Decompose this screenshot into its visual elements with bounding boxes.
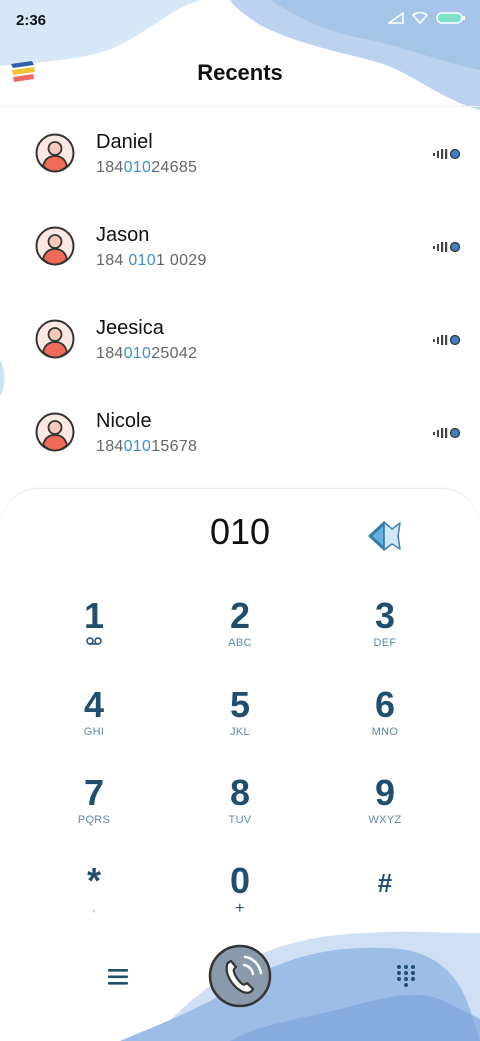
key-letters: MNO (371, 726, 399, 738)
contact-number: 18401025042 (96, 345, 198, 362)
dial-key-4[interactable]: 4 GHI (44, 686, 144, 764)
bottom-bar (0, 929, 480, 1041)
contact-number: 18401024685 (96, 159, 198, 176)
key-letters: WXYZ (368, 814, 402, 826)
contact-number: 18401015678 (96, 438, 198, 455)
dial-key-3[interactable]: 3 DEF (335, 597, 435, 675)
status-icons (388, 12, 466, 24)
recents-list: Daniel 18401024685 Jason 184 0101 0029 J… (0, 107, 480, 479)
contact-row-jeesica[interactable]: Jeesica 18401025042 (0, 293, 480, 386)
contact-row-nicole[interactable]: Nicole 18401015678 (0, 386, 480, 479)
key-letters: GHI (83, 726, 105, 738)
key-digit: 5 (229, 684, 251, 725)
signal-dot-icon[interactable] (432, 147, 462, 161)
key-digit: 3 (374, 595, 396, 636)
key-digit: # (377, 868, 393, 898)
signal-dot-icon[interactable] (432, 426, 462, 440)
dial-key-9[interactable]: 9 WXYZ (335, 774, 435, 852)
contact-row-daniel[interactable]: Daniel 18401024685 (0, 107, 480, 200)
key-digit: 9 (374, 772, 396, 813)
status-bar: 2:36 (0, 0, 480, 44)
dialer-panel: 010 1 2 ABC 3 DEF 4 GHI 5 JKL 6 MNO 7 PQ… (0, 488, 480, 1041)
key-digit: 6 (374, 684, 396, 725)
dialed-number-display[interactable]: 010 (0, 511, 480, 553)
contact-name: Daniel (96, 131, 153, 153)
keypad-grid-icon[interactable] (394, 963, 418, 987)
wifi-icon (412, 12, 428, 24)
contact-name: Jeesica (96, 317, 164, 339)
key-letters: ABC (228, 637, 252, 649)
key-digit: * (86, 860, 101, 901)
cellular-signal-icon (388, 12, 404, 24)
dial-key-7[interactable]: 7 PQRS (44, 774, 144, 852)
key-letters: TUV (228, 814, 252, 826)
key-digit: 7 (83, 772, 105, 813)
phone-call-icon[interactable] (207, 943, 273, 1009)
contact-number: 184 0101 0029 (96, 252, 207, 269)
hamburger-icon[interactable] (106, 967, 130, 987)
signal-dot-icon[interactable] (432, 333, 462, 347)
key-letters: JKL (230, 726, 250, 738)
battery-icon (436, 12, 465, 24)
backspace-icon[interactable] (366, 519, 402, 555)
dial-key-1[interactable]: 1 (44, 597, 144, 675)
voicemail-icon (86, 637, 102, 645)
page-title: Recents (197, 60, 283, 85)
contact-row-jason[interactable]: Jason 184 0101 0029 (0, 200, 480, 293)
avatar-icon (35, 319, 75, 359)
signal-dot-icon[interactable] (432, 240, 462, 254)
key-letters: DEF (373, 637, 397, 649)
dial-key-2[interactable]: 2 ABC (190, 597, 290, 675)
dial-key-8[interactable]: 8 TUV (190, 774, 290, 852)
key-digit: 8 (229, 772, 251, 813)
key-digit: 4 (83, 684, 105, 725)
contact-name: Jason (96, 224, 150, 246)
dial-key-5[interactable]: 5 JKL (190, 686, 290, 764)
avatar-icon (35, 412, 75, 452)
status-time: 2:36 (16, 12, 47, 29)
dial-key-6[interactable]: 6 MNO (335, 686, 435, 764)
key-letters: PQRS (77, 814, 111, 826)
key-letters: , (92, 902, 96, 914)
avatar-icon (35, 226, 75, 266)
key-digit: 2 (229, 595, 251, 636)
avatar-icon (35, 133, 75, 173)
key-digit: 1 (83, 595, 105, 636)
key-digit: 0 (229, 860, 251, 901)
header: Recents (0, 44, 480, 106)
contact-name: Nicole (96, 410, 152, 432)
key-letters: + (235, 900, 245, 917)
